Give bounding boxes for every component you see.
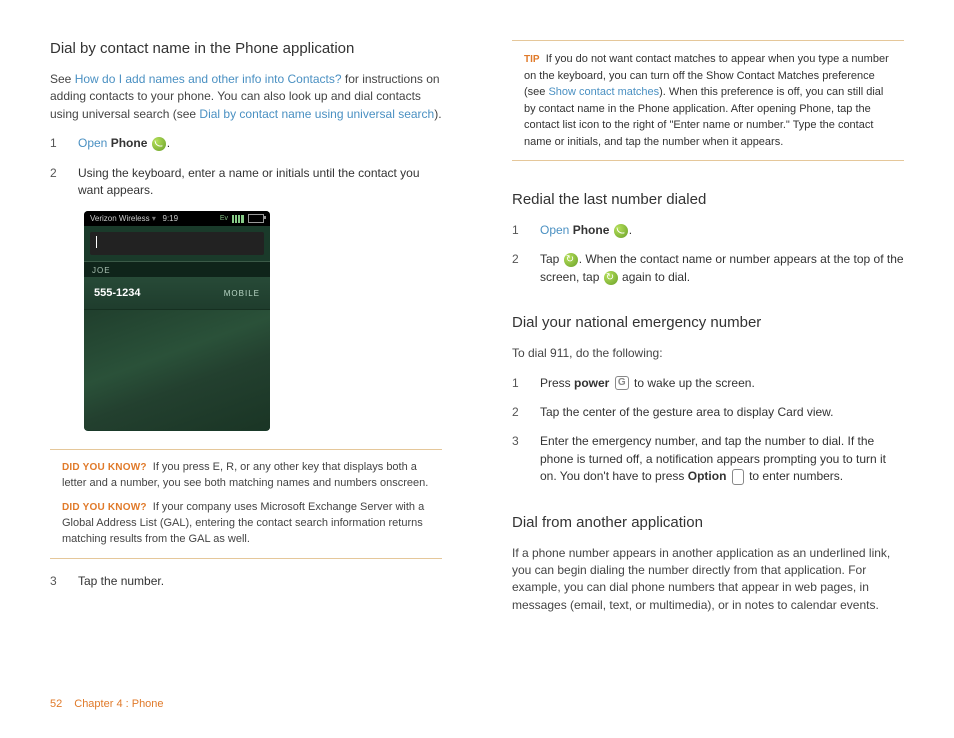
redial-step-2: 2 Tap . When the contact name or number … bbox=[512, 251, 904, 286]
did-you-know-box: DID YOU KNOW? If you press E, R, or any … bbox=[50, 449, 442, 559]
redial-steps: 1 Open Phone . 2 Tap . When the contact … bbox=[512, 222, 904, 286]
emerg-step-2: 2 Tap the center of the gesture area to … bbox=[512, 404, 904, 421]
redial-step-1: 1 Open Phone . bbox=[512, 222, 904, 239]
text: . When the contact name or number appear… bbox=[540, 252, 904, 283]
phone-icon bbox=[152, 137, 166, 151]
step-list-cont: 3 Tap the number. bbox=[50, 573, 442, 590]
heading-redial: Redial the last number dialed bbox=[512, 191, 904, 208]
step-body: Tap . When the contact name or number ap… bbox=[540, 251, 904, 286]
status-bar: Verizon Wireless ▾ 9:19 Ev bbox=[84, 211, 270, 226]
text: ). bbox=[434, 107, 441, 121]
step-2: 2 Using the keyboard, enter a name or in… bbox=[50, 165, 442, 200]
intro-paragraph: See How do I add names and other info in… bbox=[50, 71, 442, 123]
page-footer: 52 Chapter 4 : Phone bbox=[50, 698, 164, 710]
text: . bbox=[167, 136, 170, 150]
text: See bbox=[50, 72, 75, 86]
chapter-label: Chapter 4 : Phone bbox=[74, 698, 163, 710]
step-body: Using the keyboard, enter a name or init… bbox=[78, 165, 442, 200]
text: to enter numbers. bbox=[746, 469, 843, 483]
text: Tap bbox=[540, 252, 563, 266]
step-number: 2 bbox=[512, 251, 520, 286]
redial-icon bbox=[604, 271, 618, 285]
step-body: Tap the number. bbox=[78, 573, 442, 590]
text: to wake up the screen. bbox=[631, 376, 755, 390]
text: Press bbox=[540, 376, 574, 390]
note-1: DID YOU KNOW? If you press E, R, or any … bbox=[62, 460, 430, 492]
phone-icon bbox=[614, 224, 628, 238]
dial-other-app-text: If a phone number appears in another app… bbox=[512, 545, 904, 615]
step-body: Press power G to wake up the screen. bbox=[540, 375, 904, 392]
step-1: 1 Open Phone . bbox=[50, 135, 442, 152]
option-label: Option bbox=[688, 469, 727, 483]
right-column: TIP If you do not want contact matches t… bbox=[512, 40, 904, 624]
link-show-contact-matches[interactable]: Show contact matches bbox=[548, 86, 659, 98]
step-list: 1 Open Phone . 2 Using the keyboard, ent… bbox=[50, 135, 442, 199]
open-link[interactable]: Open bbox=[540, 223, 569, 237]
signal-icon bbox=[232, 215, 244, 223]
heading-dial-by-contact: Dial by contact name in the Phone applic… bbox=[50, 40, 442, 57]
emergency-steps: 1 Press power G to wake up the screen. 2… bbox=[512, 375, 904, 486]
step-number: 2 bbox=[512, 404, 520, 421]
emerg-step-3: 3 Enter the emergency number, and tap th… bbox=[512, 433, 904, 485]
step-3: 3 Tap the number. bbox=[50, 573, 442, 590]
screenshot-body bbox=[84, 310, 270, 430]
dyk-label: DID YOU KNOW? bbox=[62, 502, 147, 513]
phone-screenshot: Verizon Wireless ▾ 9:19 Ev JOE 555-1234 … bbox=[84, 211, 270, 431]
step-body: Open Phone . bbox=[78, 135, 442, 152]
contact-type: MOBILE bbox=[224, 289, 260, 298]
step-number: 3 bbox=[512, 433, 520, 485]
text: again to dial. bbox=[619, 270, 690, 284]
step-number: 3 bbox=[50, 573, 58, 590]
step-body: Open Phone . bbox=[540, 222, 904, 239]
time-label: 9:19 bbox=[163, 214, 179, 223]
redial-icon bbox=[564, 253, 578, 267]
left-column: Dial by contact name in the Phone applic… bbox=[50, 40, 442, 624]
search-input-mock bbox=[90, 232, 264, 255]
step-number: 1 bbox=[50, 135, 58, 152]
text: . bbox=[629, 223, 632, 237]
link-add-names[interactable]: How do I add names and other info into C… bbox=[75, 72, 342, 86]
dyk-label: DID YOU KNOW? bbox=[62, 462, 147, 473]
emerg-step-1: 1 Press power G to wake up the screen. bbox=[512, 375, 904, 392]
tip-label: TIP bbox=[524, 54, 540, 65]
battery-icon bbox=[248, 214, 264, 223]
status-right: Ev bbox=[220, 214, 264, 223]
step-body: Tap the center of the gesture area to di… bbox=[540, 404, 904, 421]
phone-label: Phone bbox=[111, 136, 148, 150]
step-number: 2 bbox=[50, 165, 58, 200]
heading-emergency: Dial your national emergency number bbox=[512, 314, 904, 331]
page-number: 52 bbox=[50, 698, 62, 710]
step-body: Enter the emergency number, and tap the … bbox=[540, 433, 904, 485]
note-2: DID YOU KNOW? If your company uses Micro… bbox=[62, 500, 430, 548]
open-link[interactable]: Open bbox=[78, 136, 107, 150]
contact-row: 555-1234 MOBILE bbox=[84, 277, 270, 310]
heading-dial-other-app: Dial from another application bbox=[512, 514, 904, 531]
carrier-label: Verizon Wireless ▾ 9:19 bbox=[90, 214, 178, 223]
link-universal-search[interactable]: Dial by contact name using universal sea… bbox=[199, 107, 434, 121]
step-number: 1 bbox=[512, 222, 520, 239]
tip-box: TIP If you do not want contact matches t… bbox=[512, 40, 904, 161]
emergency-intro: To dial 911, do the following: bbox=[512, 345, 904, 362]
power-label: power bbox=[574, 376, 609, 390]
phone-label: Phone bbox=[573, 223, 610, 237]
text: Verizon Wireless bbox=[90, 214, 150, 223]
contact-name-label: JOE bbox=[84, 261, 270, 277]
contact-number: 555-1234 bbox=[94, 287, 141, 299]
option-key-icon bbox=[732, 469, 744, 485]
power-icon: G bbox=[615, 376, 629, 390]
step-number: 1 bbox=[512, 375, 520, 392]
